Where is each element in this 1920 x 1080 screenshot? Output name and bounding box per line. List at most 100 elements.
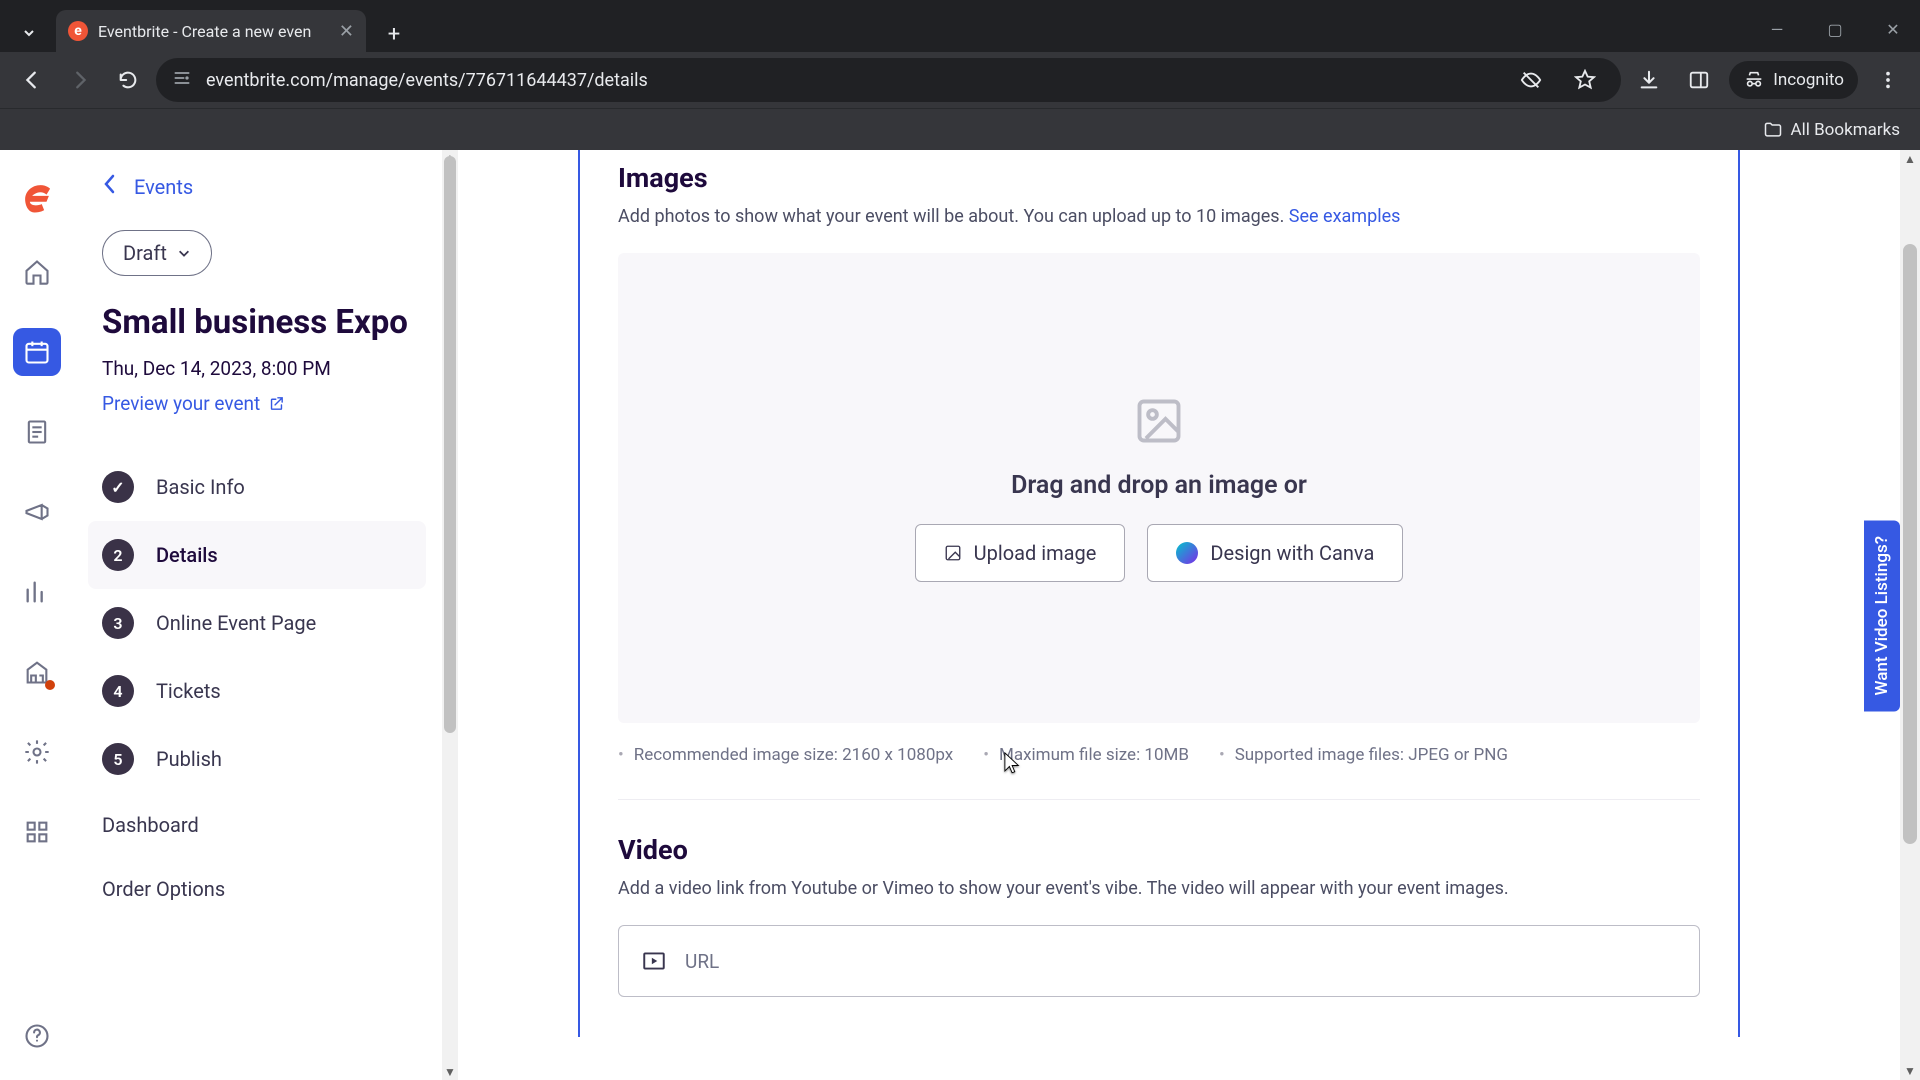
kebab-menu-icon[interactable] bbox=[1868, 60, 1908, 100]
video-listings-tab[interactable]: Want Video Listings? bbox=[1864, 520, 1900, 711]
side-panel-icon[interactable] bbox=[1679, 60, 1719, 100]
upload-button-label: Upload image bbox=[974, 541, 1097, 565]
step-badge-check-icon: ✓ bbox=[102, 471, 134, 503]
window-minimize[interactable]: — bbox=[1762, 14, 1792, 44]
step-publish[interactable]: 5 Publish bbox=[88, 725, 426, 793]
step-label: Online Event Page bbox=[156, 611, 316, 635]
main-scrollbar[interactable]: ▲ ▼ bbox=[1900, 150, 1920, 1080]
rail-orders-icon[interactable] bbox=[13, 408, 61, 456]
dropzone-text: Drag and drop an image or bbox=[1011, 471, 1307, 500]
eye-off-icon[interactable] bbox=[1511, 60, 1551, 100]
hint-item: Supported image files: JPEG or PNG bbox=[1219, 745, 1508, 765]
eventbrite-logo[interactable] bbox=[18, 178, 56, 216]
window-close[interactable]: ✕ bbox=[1878, 14, 1908, 44]
folder-icon bbox=[1763, 120, 1783, 140]
rail-apps-icon[interactable] bbox=[13, 808, 61, 856]
upload-image-button[interactable]: Upload image bbox=[915, 524, 1126, 582]
main-scroll-thumb[interactable] bbox=[1903, 244, 1917, 844]
canva-button-label: Design with Canva bbox=[1210, 541, 1374, 565]
tab-title: Eventbrite - Create a new even bbox=[98, 22, 329, 41]
icon-rail bbox=[0, 150, 74, 1080]
preview-label: Preview your event bbox=[102, 392, 260, 415]
url-placeholder: URL bbox=[685, 950, 719, 973]
hint-item: Maximum file size: 10MB bbox=[983, 745, 1189, 765]
sidebar-scroll-thumb[interactable] bbox=[444, 156, 456, 733]
incognito-label: Incognito bbox=[1773, 70, 1844, 90]
incognito-badge[interactable]: Incognito bbox=[1729, 61, 1858, 99]
address-bar[interactable]: eventbrite.com/manage/events/77671164443… bbox=[156, 58, 1621, 102]
eventbrite-favicon: e bbox=[68, 21, 88, 41]
event-date: Thu, Dec 14, 2023, 8:00 PM bbox=[102, 357, 412, 380]
step-badge: 2 bbox=[102, 539, 134, 571]
section-divider bbox=[618, 799, 1700, 800]
rail-marketing-icon[interactable] bbox=[13, 488, 61, 536]
video-url-input[interactable]: URL bbox=[618, 925, 1700, 997]
all-bookmarks-label: All Bookmarks bbox=[1791, 120, 1900, 140]
images-description: Add photos to show what your event will … bbox=[618, 206, 1700, 227]
hint-item: Recommended image size: 2160 x 1080px bbox=[618, 745, 953, 765]
back-chevron-icon[interactable] bbox=[102, 174, 116, 200]
incognito-icon bbox=[1743, 69, 1765, 91]
step-details[interactable]: 2 Details bbox=[88, 521, 426, 589]
rail-events-icon[interactable] bbox=[13, 328, 61, 376]
sidebar-dashboard-link[interactable]: Dashboard bbox=[88, 793, 426, 857]
canva-icon bbox=[1176, 542, 1198, 564]
details-card: Images Add photos to show what your even… bbox=[578, 150, 1740, 1037]
step-label: Details bbox=[156, 543, 218, 567]
close-tab-icon[interactable]: ✕ bbox=[339, 21, 354, 42]
downloads-icon[interactable] bbox=[1629, 60, 1669, 100]
rail-settings-icon[interactable] bbox=[13, 728, 61, 776]
sidebar-order-options-link[interactable]: Order Options bbox=[88, 857, 426, 921]
url-text: eventbrite.com/manage/events/77671164443… bbox=[206, 70, 1497, 91]
chevron-down-icon bbox=[177, 246, 191, 260]
step-online-event-page[interactable]: 3 Online Event Page bbox=[88, 589, 426, 657]
image-dropzone[interactable]: Drag and drop an image or Upload image D… bbox=[618, 253, 1700, 723]
video-heading: Video bbox=[618, 834, 1700, 866]
browser-tab[interactable]: e Eventbrite - Create a new even ✕ bbox=[56, 10, 366, 52]
progress-steps: ✓Basic Info 2Details 3Online Event Page … bbox=[88, 453, 426, 793]
image-placeholder-icon bbox=[1133, 395, 1185, 447]
video-description: Add a video link from Youtube or Vimeo t… bbox=[618, 878, 1700, 899]
image-hints: Recommended image size: 2160 x 1080px Ma… bbox=[618, 745, 1700, 765]
rail-home-icon[interactable] bbox=[13, 248, 61, 296]
scroll-up-arrow-icon[interactable]: ▲ bbox=[1900, 150, 1920, 168]
reload-button[interactable] bbox=[108, 60, 148, 100]
browser-toolbar: eventbrite.com/manage/events/77671164443… bbox=[0, 52, 1920, 108]
step-badge: 3 bbox=[102, 607, 134, 639]
bookmark-star-icon[interactable] bbox=[1565, 60, 1605, 100]
step-badge: 5 bbox=[102, 743, 134, 775]
back-button[interactable] bbox=[12, 60, 52, 100]
tab-search-dropdown[interactable] bbox=[10, 14, 48, 52]
tab-strip: e Eventbrite - Create a new even ✕ + bbox=[0, 0, 1920, 52]
new-tab-button[interactable]: + bbox=[376, 16, 412, 52]
main-content: Images Add photos to show what your even… bbox=[458, 150, 1920, 1080]
step-badge: 4 bbox=[102, 675, 134, 707]
step-label: Basic Info bbox=[156, 475, 245, 499]
forward-button[interactable] bbox=[60, 60, 100, 100]
sidebar-panel: Events Draft Small business Expo Thu, De… bbox=[74, 150, 458, 1080]
status-label: Draft bbox=[123, 241, 167, 265]
preview-event-link[interactable]: Preview your event bbox=[102, 392, 285, 415]
step-basic-info[interactable]: ✓ Basic Info bbox=[88, 453, 426, 521]
bookmarks-bar: All Bookmarks bbox=[0, 108, 1920, 150]
rail-reports-icon[interactable] bbox=[13, 568, 61, 616]
site-settings-icon[interactable] bbox=[172, 68, 192, 92]
step-label: Publish bbox=[156, 747, 222, 771]
step-tickets[interactable]: 4 Tickets bbox=[88, 657, 426, 725]
see-examples-link[interactable]: See examples bbox=[1289, 206, 1401, 227]
external-link-icon bbox=[268, 395, 285, 412]
images-heading: Images bbox=[618, 162, 1700, 194]
rail-help-icon[interactable] bbox=[13, 1012, 61, 1060]
sidebar-scrollbar[interactable]: ▲ ▼ bbox=[442, 150, 458, 1080]
event-title: Small business Expo bbox=[102, 302, 412, 343]
scroll-down-arrow-icon[interactable]: ▼ bbox=[1900, 1062, 1920, 1080]
window-maximize[interactable]: ▢ bbox=[1820, 14, 1850, 44]
all-bookmarks-button[interactable]: All Bookmarks bbox=[1763, 120, 1900, 140]
scroll-down-arrow-icon[interactable]: ▼ bbox=[442, 1064, 458, 1080]
back-to-events-link[interactable]: Events bbox=[134, 175, 193, 199]
design-with-canva-button[interactable]: Design with Canva bbox=[1147, 524, 1403, 582]
step-label: Tickets bbox=[156, 679, 221, 703]
status-dropdown[interactable]: Draft bbox=[102, 230, 212, 276]
video-icon bbox=[641, 948, 667, 974]
rail-finance-icon[interactable] bbox=[13, 648, 61, 696]
